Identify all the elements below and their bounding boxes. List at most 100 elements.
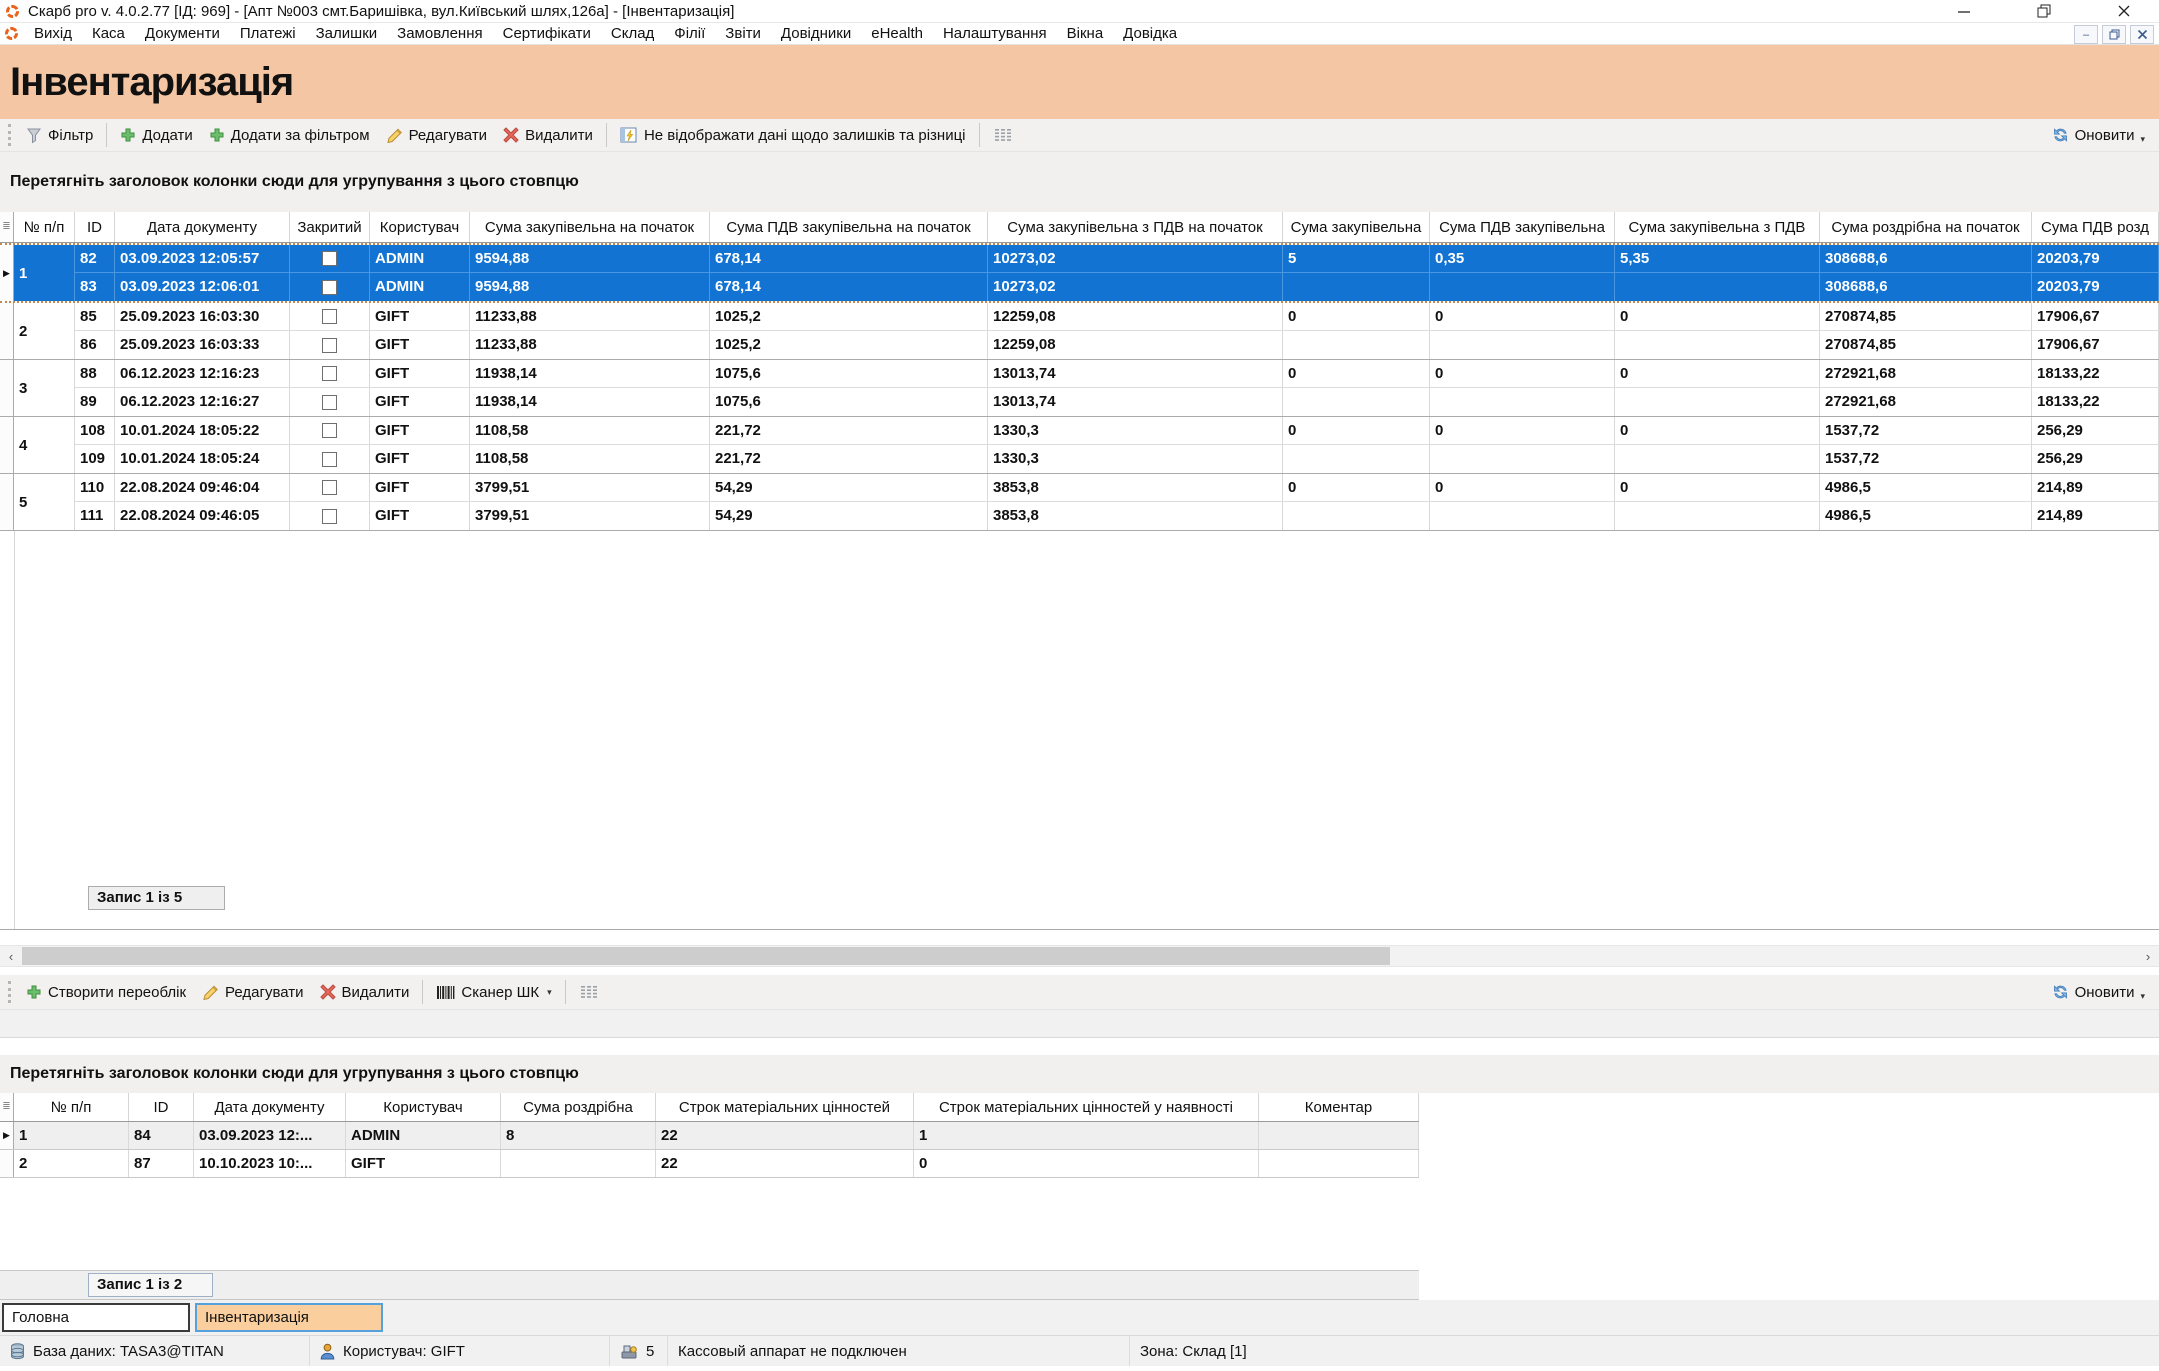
- group-number-cell[interactable]: 5: [14, 474, 75, 530]
- column-header[interactable]: Сума ПДВ закупівельна на початок: [710, 212, 988, 242]
- barcode-scanner-button[interactable]: Сканер ШК ▾: [428, 981, 559, 1004]
- column-header[interactable]: ID: [75, 212, 115, 242]
- table-cell[interactable]: 13013,74: [988, 388, 1283, 416]
- table-row[interactable]: 8303.09.2023 12:06:01ADMIN9594,88678,141…: [75, 273, 2159, 301]
- column-header[interactable]: № п/п: [14, 212, 75, 242]
- column-header[interactable]: Закритий: [290, 212, 370, 242]
- group-number-cell[interactable]: 2: [14, 303, 75, 359]
- table-cell[interactable]: 4986,5: [1820, 502, 2032, 530]
- closed-checkbox[interactable]: [322, 509, 337, 524]
- table-cell[interactable]: 0: [1430, 303, 1615, 330]
- table-cell[interactable]: 1075,6: [710, 388, 988, 416]
- table-cell[interactable]: 03.09.2023 12:...: [194, 1122, 346, 1149]
- table-cell[interactable]: 13013,74: [988, 360, 1283, 387]
- table-cell[interactable]: 308688,6: [1820, 245, 2032, 272]
- table-cell[interactable]: 12259,08: [988, 303, 1283, 330]
- table-cell[interactable]: [1430, 331, 1615, 359]
- table-cell[interactable]: ADMIN: [370, 273, 470, 301]
- column-header[interactable]: Сума роздрібна: [501, 1093, 656, 1121]
- column-header[interactable]: Сума роздрібна на початок: [1820, 212, 2032, 242]
- table-cell[interactable]: 10.01.2024 18:05:22: [115, 417, 290, 444]
- table-cell[interactable]: 9594,88: [470, 273, 710, 301]
- column-header[interactable]: Строк матеріальних цінностей у наявності: [914, 1093, 1259, 1121]
- table-cell[interactable]: 1075,6: [710, 360, 988, 387]
- horizontal-scrollbar[interactable]: ‹ ›: [0, 945, 2159, 967]
- table-cell[interactable]: 0: [1283, 360, 1430, 387]
- scroll-right-button[interactable]: ›: [2137, 946, 2159, 966]
- table-cell[interactable]: 0: [1430, 417, 1615, 444]
- closed-checkbox[interactable]: [322, 480, 337, 495]
- column-header[interactable]: Коментар: [1259, 1093, 1419, 1121]
- table-row[interactable]: 8525.09.2023 16:03:30GIFT11233,881025,21…: [75, 303, 2159, 331]
- table-cell[interactable]: 84: [129, 1122, 194, 1149]
- menu-item-15[interactable]: Довідка: [1113, 23, 1187, 44]
- menu-item-7[interactable]: Сертифікати: [493, 23, 601, 44]
- table-cell[interactable]: 83: [75, 273, 115, 301]
- table-row[interactable]: 10910.01.2024 18:05:24GIFT1108,58221,721…: [75, 445, 2159, 473]
- table-cell[interactable]: 1330,3: [988, 445, 1283, 473]
- menu-item-8[interactable]: Склад: [601, 23, 664, 44]
- table-cell[interactable]: 82: [75, 245, 115, 272]
- scrollbar-thumb[interactable]: [22, 947, 1390, 965]
- menu-item-2[interactable]: Каса: [82, 23, 135, 44]
- table-cell[interactable]: 89: [75, 388, 115, 416]
- table-cell[interactable]: 1: [914, 1122, 1259, 1149]
- table-cell[interactable]: 12259,08: [988, 331, 1283, 359]
- table-cell[interactable]: 25.09.2023 16:03:30: [115, 303, 290, 330]
- edit-button[interactable]: Редагувати: [194, 981, 312, 1004]
- refresh-button[interactable]: Оновити ▾: [2044, 980, 2153, 1005]
- table-cell[interactable]: GIFT: [370, 474, 470, 501]
- delete-button[interactable]: Видалити: [495, 124, 601, 147]
- column-header[interactable]: Сума закупівельна з ПДВ: [1615, 212, 1820, 242]
- menu-item-4[interactable]: Платежі: [230, 23, 306, 44]
- table-cell[interactable]: 03.09.2023 12:05:57: [115, 245, 290, 272]
- table-cell[interactable]: 0: [1283, 303, 1430, 330]
- table-cell[interactable]: [1615, 388, 1820, 416]
- table-cell[interactable]: 10273,02: [988, 245, 1283, 272]
- table-cell[interactable]: [1283, 388, 1430, 416]
- table-cell[interactable]: 270874,85: [1820, 303, 2032, 330]
- table-cell[interactable]: 88: [75, 360, 115, 387]
- table-cell[interactable]: 17906,67: [2032, 331, 2159, 359]
- row-indicator-cell[interactable]: [0, 360, 14, 416]
- column-header[interactable]: ID: [129, 1093, 194, 1121]
- table-cell[interactable]: 10273,02: [988, 273, 1283, 301]
- table-cell[interactable]: 1108,58: [470, 445, 710, 473]
- table-cell[interactable]: 221,72: [710, 417, 988, 444]
- table-cell[interactable]: 85: [75, 303, 115, 330]
- group-number-cell[interactable]: 3: [14, 360, 75, 416]
- table-cell[interactable]: 9594,88: [470, 245, 710, 272]
- table-row[interactable]: 11022.08.2024 09:46:04GIFT3799,5154,2938…: [75, 474, 2159, 502]
- menu-item-1[interactable]: Вихід: [24, 23, 82, 44]
- table-cell[interactable]: 17906,67: [2032, 303, 2159, 330]
- table-cell[interactable]: 678,14: [710, 245, 988, 272]
- restore-button[interactable]: [2033, 1, 2055, 21]
- row-indicator-cell[interactable]: [0, 474, 14, 530]
- edit-button[interactable]: Редагувати: [378, 124, 496, 147]
- create-recount-button[interactable]: Створити переоблік: [18, 981, 194, 1004]
- table-cell[interactable]: 256,29: [2032, 417, 2159, 444]
- group-by-panel[interactable]: Перетягніть заголовок колонки сюди для у…: [0, 1055, 2159, 1093]
- column-header[interactable]: № п/п: [14, 1093, 129, 1121]
- table-cell[interactable]: 678,14: [710, 273, 988, 301]
- table-cell[interactable]: 54,29: [710, 502, 988, 530]
- table-cell[interactable]: 5: [1283, 245, 1430, 272]
- menu-item-10[interactable]: Звіти: [715, 23, 771, 44]
- row-indicator-cell[interactable]: [0, 303, 14, 359]
- minimize-button[interactable]: [1953, 1, 1975, 21]
- table-cell[interactable]: 1025,2: [710, 303, 988, 330]
- mdi-close-button[interactable]: [2130, 25, 2154, 44]
- column-header[interactable]: Дата документу: [115, 212, 290, 242]
- table-cell[interactable]: GIFT: [370, 331, 470, 359]
- table-cell[interactable]: 221,72: [710, 445, 988, 473]
- closed-checkbox[interactable]: [322, 366, 337, 381]
- table-cell[interactable]: 272921,68: [1820, 388, 2032, 416]
- table-cell[interactable]: 3853,8: [988, 474, 1283, 501]
- hide-remainders-toggle-button[interactable]: Не відображати дані щодо залишків та різ…: [612, 124, 974, 147]
- table-cell[interactable]: 0,35: [1430, 245, 1615, 272]
- add-by-filter-button[interactable]: Додати за фільтром: [201, 124, 378, 147]
- table-cell[interactable]: 214,89: [2032, 474, 2159, 501]
- table-cell[interactable]: 11938,14: [470, 360, 710, 387]
- table-cell[interactable]: 0: [1615, 303, 1820, 330]
- table-cell[interactable]: 11938,14: [470, 388, 710, 416]
